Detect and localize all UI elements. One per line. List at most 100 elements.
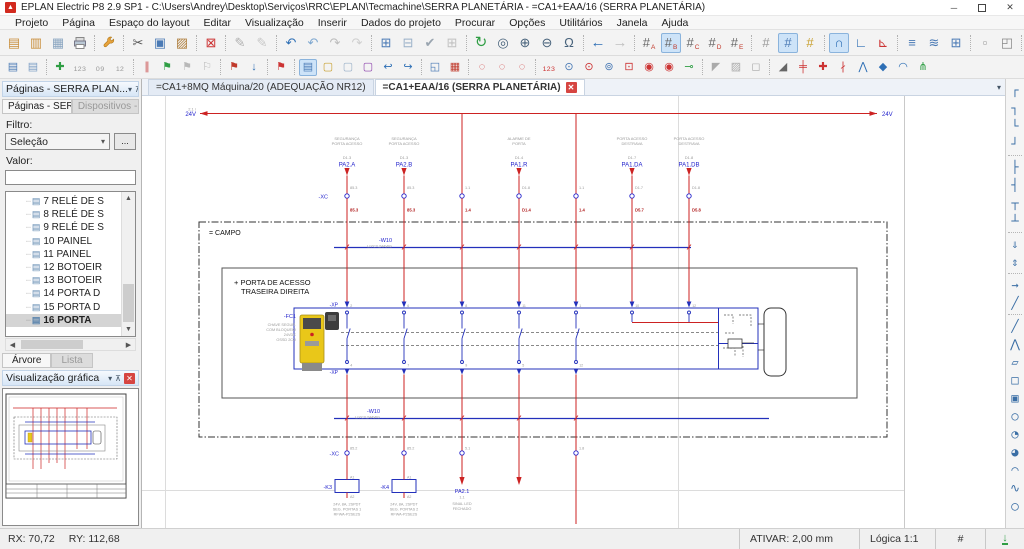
spline-icon[interactable]: ∿ (1006, 479, 1024, 497)
menu-inserir[interactable]: Inserir (311, 17, 354, 29)
back-icon[interactable]: ← (588, 33, 608, 53)
page-previous-icon[interactable]: ↩ (379, 59, 397, 76)
redo-history-icon[interactable]: ↷ (347, 33, 367, 53)
page-next-icon[interactable]: ↪ (399, 59, 417, 76)
tab-tree[interactable]: Árvore (2, 353, 51, 368)
cut-icon[interactable]: ✂ (128, 33, 148, 53)
connection-arrow-icon[interactable]: → (1006, 276, 1024, 294)
black-corner-icon[interactable]: ◢ (774, 59, 792, 76)
zoom-area-icon[interactable]: ◎ (493, 33, 513, 53)
page-tree-item[interactable]: ┈▤10 PAINEL (6, 235, 121, 248)
grid-b-icon[interactable]: #B (661, 33, 681, 53)
properties-list-icon[interactable]: ▤ (299, 59, 317, 76)
open-page-icon[interactable]: ▥ (26, 33, 46, 53)
page-tree[interactable]: ┈▤7 RELÉ DE S┈▤8 RELÉ DE S┈▤9 RELÉ DE S┈… (5, 191, 136, 337)
zoom-100-icon[interactable]: Ω (559, 33, 579, 53)
arc-icon[interactable]: ◠ (1006, 461, 1024, 479)
diamond-icon[interactable]: ◆ (874, 59, 892, 76)
bookmark-icon[interactable]: ⚑ (225, 59, 243, 76)
symbol-select-icon[interactable]: ▦ (446, 59, 464, 76)
status-import-indicator[interactable]: ↓ (985, 529, 1024, 549)
minimize-button[interactable]: ─ (940, 0, 968, 16)
snap-grid-icon[interactable]: # (778, 33, 798, 53)
angle-mode-icon[interactable]: ⊾ (873, 33, 893, 53)
page-tree-item[interactable]: ┈▤13 BOTOEIR (6, 274, 121, 287)
delete-icon[interactable]: ⊠ (201, 33, 221, 53)
document-tab-2[interactable]: =CA1+EAA/16 (SERRA PLANETÁRIA) ✕ (375, 79, 585, 95)
menu-op-es[interactable]: Opções (502, 17, 552, 29)
menu-procurar[interactable]: Procurar (448, 17, 502, 29)
tab-devices[interactable]: Dispositivos - ... (72, 99, 139, 113)
plugin-icon[interactable]: ✚ (51, 59, 69, 76)
zoom-in-icon[interactable]: ⊕ (515, 33, 535, 53)
tab-close-icon[interactable]: ✕ (566, 82, 577, 93)
update-connections-icon[interactable]: ↻ (471, 33, 491, 53)
polygon-icon[interactable]: ▱ (1006, 353, 1024, 371)
rectangle-icon[interactable]: □ (1006, 371, 1024, 389)
page-tree-item[interactable]: ┈▤8 RELÉ DE S (6, 208, 121, 221)
copy-icon[interactable]: ▣ (150, 33, 170, 53)
bookmark-delete-icon[interactable]: ⚑ (272, 59, 290, 76)
menu-janela[interactable]: Janela (610, 17, 655, 29)
corner-mode-icon[interactable]: ∟ (851, 33, 871, 53)
scroll-up-icon[interactable]: ▲ (122, 192, 135, 205)
undo-icon[interactable]: ↶ (281, 33, 301, 53)
flag-clear-icon[interactable]: ⚑ (178, 59, 196, 76)
flag-all-icon[interactable]: ⚐ (198, 59, 216, 76)
break-point-icon[interactable]: ∤ (834, 59, 852, 76)
format-paint-icon[interactable]: ✎ (230, 33, 250, 53)
document-tab-1[interactable]: =CA1+8MQ Máquina/20 (ADEQUAÇÃO NR12) (148, 79, 374, 95)
branch-icon[interactable]: ⋔ (914, 59, 932, 76)
numbering-09-icon[interactable]: ₀₉ (91, 59, 109, 76)
double-arrow-updown-icon[interactable]: ⇕ (1006, 253, 1024, 271)
terminal-edit-icon[interactable]: ∥ (138, 59, 156, 76)
menu-espa-o-do-layout[interactable]: Espaço do layout (102, 17, 197, 29)
page-navigator-icon[interactable]: ▤ (4, 59, 22, 76)
fit-view-icon[interactable]: ◰ (997, 33, 1017, 53)
device-numbering-icon[interactable]: ⊙ (560, 59, 578, 76)
scroll-right-icon[interactable]: ▶ (122, 341, 135, 349)
numbering-123-icon[interactable]: ₁₂₃ (71, 59, 89, 76)
move-layer-icon[interactable]: ≋ (924, 33, 944, 53)
filter-select[interactable]: Seleção ▾ (5, 133, 110, 150)
circle-icon[interactable]: ○ (1006, 407, 1024, 425)
arc-direction-icon[interactable]: ◠ (894, 59, 912, 76)
grid-d-icon[interactable]: #D (705, 33, 725, 53)
page-tree-item[interactable]: ┈▤9 RELÉ DE S (6, 221, 121, 234)
corner-down-right-icon[interactable]: ┌ (1006, 81, 1024, 99)
tab-list[interactable]: Lista (51, 353, 92, 368)
new-page-icon[interactable]: ▤ (4, 33, 24, 53)
table-edit-icon[interactable]: ⊞ (442, 33, 462, 53)
t-node-down-icon[interactable]: ┬ (1006, 194, 1024, 212)
window-macro-icon[interactable]: ◱ (426, 59, 444, 76)
paste-icon[interactable]: ▨ (172, 33, 192, 53)
page-tree-item[interactable]: ┈▤15 PORTA D (6, 301, 121, 314)
layout-navigator-icon[interactable]: ▤ (24, 59, 42, 76)
grid-onoff-icon[interactable]: # (756, 33, 776, 53)
scroll-left-icon[interactable]: ◀ (6, 341, 19, 349)
page-tree-item[interactable]: ┈▤11 PAINEL (6, 248, 121, 261)
flag-set-icon[interactable]: ⚑ (158, 59, 176, 76)
wire-numbering-icon[interactable]: ₁₂₃ (540, 59, 558, 76)
double-arrow-down-icon[interactable]: ⇓ (1006, 235, 1024, 253)
scroll-thumb-horizontal[interactable] (21, 340, 83, 349)
t-node-left-icon[interactable]: ┤ (1006, 176, 1024, 194)
format-copy-icon[interactable]: ✎ (252, 33, 272, 53)
close-button[interactable]: ✕ (996, 0, 1024, 16)
interruption-point-icon[interactable]: ◉ (640, 59, 658, 76)
kink-icon[interactable]: ⋀ (854, 59, 872, 76)
device-renumber-icon[interactable]: ⊙ (580, 59, 598, 76)
terminal-numbering-icon[interactable]: ⊚ (600, 59, 618, 76)
connection-update-icon[interactable]: ◌ (513, 59, 531, 76)
panel-pin-icon[interactable]: ⊼ (135, 85, 139, 94)
connection-line-icon[interactable]: ╱ (1006, 294, 1024, 312)
page-properties-icon[interactable]: ▦ (48, 33, 68, 53)
circle-segment-icon[interactable]: ◔ (1006, 425, 1024, 443)
page-open-icon[interactable]: ▢ (339, 59, 357, 76)
pin-icon[interactable]: ↓ (245, 59, 263, 76)
page-tree-item[interactable]: ┈▤7 RELÉ DE S (6, 195, 121, 208)
grid-e-icon[interactable]: #E (727, 33, 747, 53)
corner-up-right-icon[interactable]: └ (1006, 117, 1024, 135)
menu-utilit-rios[interactable]: Utilitários (552, 17, 609, 29)
panel-menu-icon[interactable]: ▾ (128, 85, 132, 94)
